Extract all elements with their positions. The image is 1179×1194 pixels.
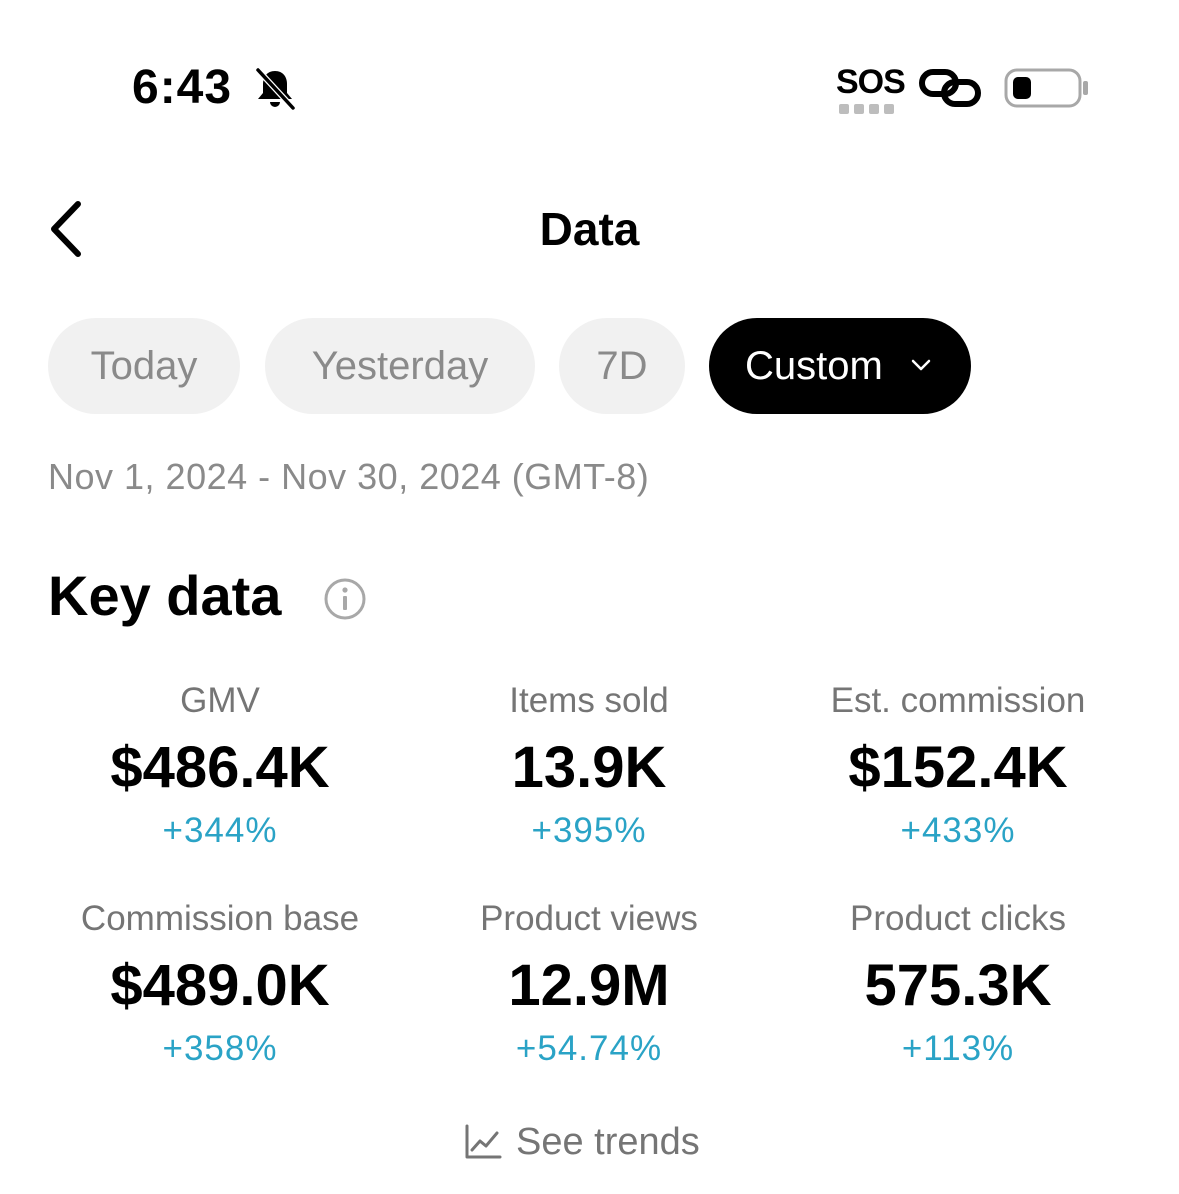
metric-product-views: Product views 12.9M +54.74% (399, 898, 779, 1070)
signal-dots (839, 104, 894, 114)
metric-change: +113% (901, 1029, 1015, 1068)
line-chart-icon (465, 1124, 502, 1159)
metric-product-clicks: Product clicks 575.3K +113% (768, 898, 1148, 1070)
sos-indicator: SOS (836, 62, 906, 116)
link-icon (919, 69, 981, 107)
metric-value: 13.9K (511, 735, 667, 800)
metric-label: Product clicks (850, 899, 1066, 938)
metric-value: 575.3K (864, 953, 1052, 1018)
page-title: Data (539, 203, 640, 255)
date-range: Nov 1, 2024 - Nov 30, 2024 (GMT-8) (48, 456, 650, 497)
metric-gmv: GMV $486.4K +344% (30, 680, 410, 852)
chevron-down-icon (911, 359, 931, 371)
chip-today[interactable]: Today (48, 318, 240, 414)
bell-slash-icon (255, 67, 296, 111)
metric-value: $486.4K (110, 735, 330, 800)
metric-change: +54.74% (515, 1029, 663, 1068)
sos-label: SOS (836, 63, 906, 101)
status-bar: 6:43 SOS (0, 0, 1179, 140)
metric-label: Est. commission (830, 681, 1086, 720)
section-title: Key data (48, 564, 282, 627)
metric-change: +344% (162, 811, 278, 850)
status-time: 6:43 (132, 61, 233, 114)
chip-custom-label: Custom (745, 344, 883, 388)
metric-label: GMV (180, 681, 260, 720)
metric-commission-base: Commission base $489.0K +358% (30, 898, 410, 1070)
metric-value: 12.9M (508, 953, 670, 1018)
metric-est-commission: Est. commission $152.4K +433% (768, 680, 1148, 852)
metric-value: $152.4K (848, 735, 1068, 800)
metric-label: Items sold (509, 681, 669, 720)
battery-icon (1004, 68, 1088, 108)
metric-change: +395% (531, 811, 647, 850)
metric-change: +358% (162, 1029, 278, 1068)
metric-label: Product views (480, 899, 698, 938)
metric-label: Commission base (80, 899, 360, 938)
chip-custom[interactable]: Custom (709, 318, 971, 414)
metric-change: +433% (900, 811, 1016, 850)
chip-7d[interactable]: 7D (559, 318, 685, 414)
chip-yesterday[interactable]: Yesterday (265, 318, 535, 414)
metric-value: $489.0K (110, 953, 330, 1018)
metric-items-sold: Items sold 13.9K +395% (399, 680, 779, 852)
info-icon[interactable] (322, 576, 368, 622)
see-trends-label: See trends (516, 1121, 700, 1163)
